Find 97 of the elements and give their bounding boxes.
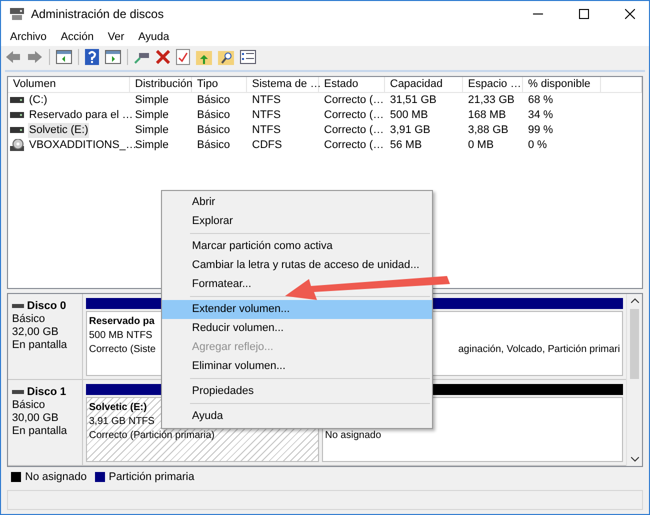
table-cell-text: 168 MB [467,108,507,123]
context-menu-item[interactable]: Marcar partición como activa [162,237,337,256]
disk-status: En pantalla [12,338,68,352]
connect-icon[interactable] [134,50,150,64]
chevron-down-icon[interactable] [630,456,638,462]
close-icon[interactable] [625,9,635,20]
drive-icon [10,127,24,134]
properties-icon[interactable] [240,50,256,64]
drive-icon [12,390,24,394]
partition-info: 3,91 GB NTFS [89,414,155,429]
table-cell-text: 56 MB [389,138,423,153]
context-menu-item[interactable]: Reducir volumen... [162,319,288,338]
delete-icon[interactable] [156,50,170,64]
partition-name: Reservado pa [89,314,155,329]
volume-name[interactable]: Reservado para el … [28,108,134,123]
table-cell-text: Simple [134,108,170,123]
volume-name[interactable]: Solvetic (E:) [28,122,90,138]
table-cell-text: Básico [196,108,232,123]
table-cell-text: NTFS [251,92,282,108]
table-cell-text: 500 MB [389,108,429,123]
table-cell-text: Correcto (… [323,92,385,108]
drive-icon [10,112,24,118]
table-cell-text: 0 % [527,138,548,153]
column-header[interactable]: Espacio … [463,76,523,93]
column-header[interactable]: Tipo [192,76,247,93]
folder-up-icon[interactable] [196,49,212,66]
checklist-icon[interactable] [176,49,190,66]
partition-info: aginación, Volcado, Partición primari [458,342,620,357]
partition-info: No asignado [325,428,382,443]
table-cell-text: 68 % [527,92,554,108]
legend-label: Partición primaria [108,471,194,484]
context-menu-item[interactable]: Abrir [162,193,220,212]
table-cell-text: NTFS [251,122,282,138]
column-header[interactable]: Volumen [8,76,130,93]
column-header[interactable]: Estado [319,76,385,93]
table-cell-text: 21,33 GB [467,92,516,108]
table-cell-text: Correcto (… [323,122,385,138]
context-menu-item[interactable]: Ayuda [162,407,227,426]
partition-info: Correcto (Siste [89,342,156,357]
disk-name: Disco 1 [12,386,78,399]
disk-name: Disco 0 [12,300,78,313]
context-menu-item[interactable]: Explorar [162,212,237,231]
volume-name[interactable]: (C:) [28,92,48,108]
table-cell-text: Simple [134,122,170,138]
back-arrow-icon[interactable] [5,50,21,64]
table-cell-text: 99 % [527,122,554,138]
table-cell-text: Correcto (… [323,138,385,153]
table-cell-text: 0 MB [467,138,495,153]
table-cell-text: 31,51 GB [389,92,438,108]
disk-type: Básico [12,312,46,326]
table-cell-text: Simple [134,92,170,108]
partition-name: Solvetic (E:) [89,400,147,415]
maximize-icon[interactable] [579,9,589,20]
table-cell-text: Correcto (… [323,108,385,123]
column-header[interactable]: Sistema de … [247,76,319,93]
partition-info: 500 MB NTFS [89,328,152,343]
disk-status: En pantalla [12,424,68,438]
disk-label[interactable]: Disco 1 Básico 30,00 GB En pantalla [8,380,83,465]
menu-item[interactable]: Archivo [3,30,54,43]
drive-icon [10,97,24,104]
context-menu-item[interactable]: Eliminar volumen... [162,357,290,376]
table-cell-text: NTFS [251,108,282,123]
column-header[interactable]: % disponible [523,76,601,93]
pane-icon[interactable] [56,50,72,64]
context-menu-item[interactable]: Formatear... [162,275,256,294]
column-header[interactable] [601,76,642,93]
table-cell-text: 3,91 GB [389,122,432,138]
window-title: Administración de discos [31,7,164,22]
chevron-up-icon[interactable] [630,298,638,303]
disk-size: 30,00 GB [12,412,60,425]
help-icon[interactable] [85,49,99,66]
drive-icon [12,304,24,308]
column-header[interactable]: Capacidad [385,76,463,93]
disk-drive-icon [9,7,25,22]
table-cell-text: CDFS [251,138,283,153]
partition-info: Correcto (Partición primaria) [89,428,215,443]
table-cell-text: 3,88 GB [467,122,510,138]
table-cell-text: 34 % [527,108,554,123]
disk-size: 32,00 GB [12,326,60,339]
folder-search-icon[interactable] [218,49,234,66]
menu-item[interactable]: Acción [54,30,101,43]
scrollbar-thumb[interactable] [630,308,639,379]
table-cell-text: Básico [196,122,232,138]
cd-drive-icon [10,139,24,152]
context-menu-item[interactable]: Cambiar la letra y rutas de acceso de unidad... [162,256,424,275]
forward-arrow-icon[interactable] [27,50,43,64]
menu-item[interactable]: Ayuda [131,30,176,43]
menu-item[interactable]: Ver [100,30,132,43]
pane-icon[interactable] [105,50,121,64]
disk-type: Básico [12,398,46,412]
disk-label[interactable]: Disco 0 Básico 32,00 GB En pantalla [8,294,83,379]
context-menu-item[interactable]: Extender volumen... [162,300,432,319]
column-header[interactable]: Distribución [130,76,192,93]
table-cell-text: Básico [196,138,232,153]
legend-label: No asignado [25,471,87,484]
scrollbar[interactable] [626,294,642,466]
table-cell-text: Básico [196,92,232,108]
